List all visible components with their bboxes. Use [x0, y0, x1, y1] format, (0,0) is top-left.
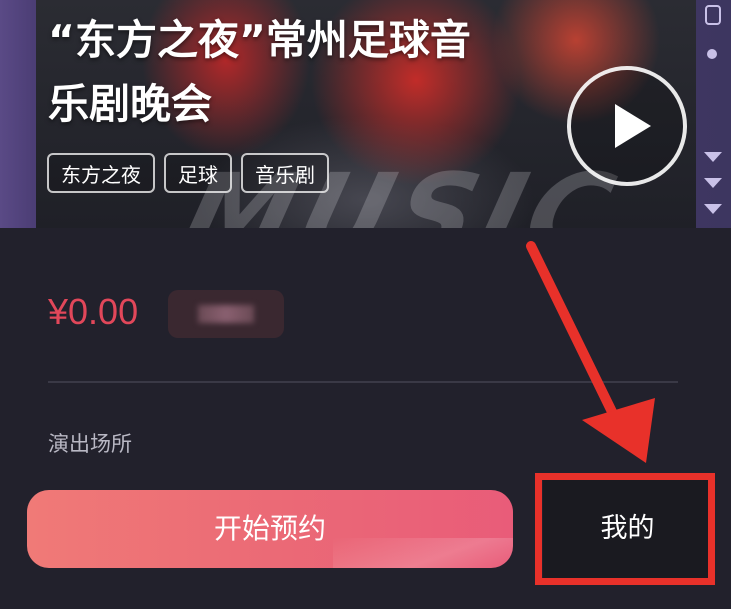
red-arrow-icon — [526, 241, 655, 463]
